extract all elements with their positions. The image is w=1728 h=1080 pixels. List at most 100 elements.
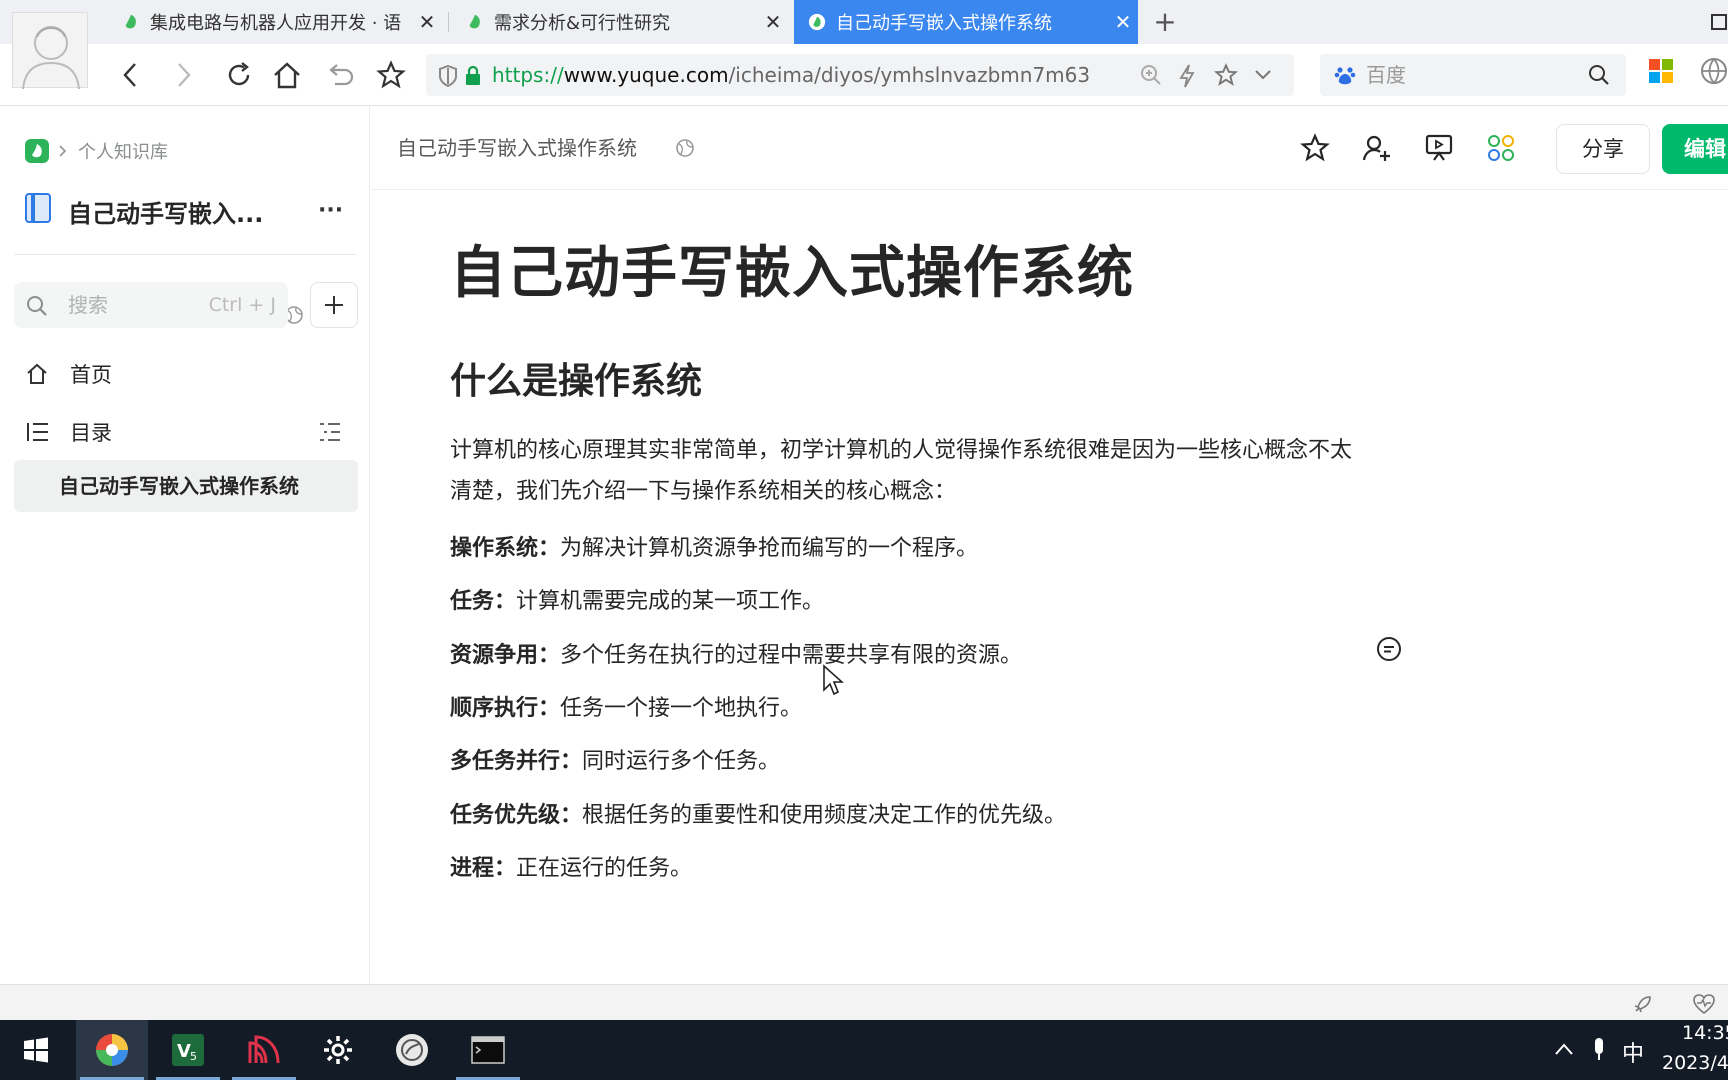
definition-text: 同时运行多个任务。	[582, 749, 781, 774]
definition-term: 操作系统：	[450, 536, 561, 561]
health-heart-icon[interactable]	[1692, 993, 1716, 1015]
definition-item: 任务优先级：根据任务的重要性和使用频度决定工作的优先级。	[450, 797, 1066, 829]
home-icon	[27, 363, 47, 384]
sidebar-search-input[interactable]: 搜索 Ctrl + J	[14, 282, 288, 328]
tab-title: 自己动手写嵌入式操作系统	[836, 13, 1052, 34]
rocket-icon[interactable]	[1632, 993, 1654, 1015]
new-tab-button[interactable]: +	[1150, 6, 1180, 38]
svg-text:5: 5	[190, 1050, 197, 1063]
window-restore-icon[interactable]	[1710, 10, 1728, 32]
home-button[interactable]	[270, 58, 304, 92]
favorite-button[interactable]	[1297, 130, 1333, 166]
tab-3-active[interactable]: 自己动手写嵌入式操作系统 ✕	[794, 0, 1138, 44]
forward-button[interactable]	[166, 58, 200, 92]
definition-text: 根据任务的重要性和使用频度决定工作的优先级。	[582, 803, 1067, 828]
book-icon	[25, 193, 51, 223]
definition-item: 进程：正在运行的任务。	[450, 850, 692, 882]
sidebar-item-toc[interactable]: 目录	[14, 406, 358, 458]
lightning-icon[interactable]	[1178, 64, 1196, 88]
clock-date[interactable]: 2023/4	[1662, 1052, 1728, 1074]
star-icon	[1300, 133, 1330, 162]
definition-text: 多个任务在执行的过程中需要共享有限的资源。	[560, 643, 1023, 668]
section-heading: 什么是操作系统	[450, 361, 703, 402]
definition-term: 任务：	[450, 589, 517, 614]
add-collaborator-button[interactable]	[1359, 130, 1395, 166]
comment-icon[interactable]	[1376, 636, 1402, 662]
home-icon	[274, 62, 300, 89]
tab-2[interactable]: 需求分析&可行性研究 ✕	[452, 0, 788, 44]
definition-term: 多任务并行：	[450, 749, 583, 774]
tab-title: 需求分析&可行性研究	[494, 13, 671, 34]
breadcrumb-knowledge-base[interactable]: 个人知识库	[78, 138, 168, 164]
back-arrow-icon	[123, 63, 136, 87]
zoom-icon[interactable]	[1140, 64, 1162, 86]
taskbar-app-5[interactable]	[376, 1020, 448, 1080]
toc-list-icon[interactable]	[318, 421, 342, 443]
bookmark-button[interactable]	[374, 58, 408, 92]
definition-term: 顺序执行：	[450, 696, 561, 721]
definition-item: 操作系统：为解决计算机资源争抢而编写的一个程序。	[450, 530, 978, 562]
add-button[interactable]	[310, 282, 358, 328]
sidebar-doc-item-active[interactable]: 自己动手写嵌入式操作系统	[14, 460, 358, 512]
close-tab-icon[interactable]: ✕	[1108, 10, 1138, 34]
user-avatar[interactable]	[12, 12, 88, 89]
mouse-cursor-icon	[823, 664, 844, 696]
taskbar-app-3[interactable]	[228, 1020, 300, 1080]
more-options-icon[interactable]: ···	[318, 198, 343, 223]
taskbar-vs[interactable]: V5	[152, 1020, 224, 1080]
apps-button[interactable]	[1483, 130, 1519, 166]
definition-text: 为解决计算机资源争抢而编写的一个程序。	[560, 536, 979, 561]
definition-item: 顺序执行：任务一个接一个地执行。	[450, 690, 802, 722]
search-placeholder: 搜索	[68, 293, 108, 317]
sidebar-item-home[interactable]: 首页	[14, 348, 358, 400]
tab-1[interactable]: 集成电路与机器人应用开发 · 语 ✕	[108, 0, 442, 44]
taskbar-settings[interactable]	[302, 1020, 374, 1080]
share-button[interactable]: 分享	[1556, 124, 1650, 174]
definition-text: 任务一个接一个地执行。	[560, 696, 803, 721]
definition-text: 正在运行的任务。	[516, 856, 693, 881]
search-engine-placeholder: 百度	[1366, 63, 1406, 87]
back-button[interactable]	[114, 58, 148, 92]
undo-close-button[interactable]	[322, 58, 356, 92]
sidebar: 个人知识库 自己动手写嵌入... ··· 搜索 Ctrl + J 首页 目录 自…	[0, 106, 370, 984]
chevron-right-icon	[59, 145, 67, 157]
clock-time[interactable]: 14:35	[1682, 1022, 1728, 1044]
present-button[interactable]	[1421, 130, 1457, 166]
search-icon	[27, 296, 47, 316]
lock-icon	[466, 66, 480, 85]
windows-logo-icon	[24, 1037, 48, 1063]
search-engine-box[interactable]: 百度	[1320, 54, 1626, 96]
yuque-favicon-icon	[125, 14, 136, 29]
taskbar-terminal[interactable]	[452, 1020, 524, 1080]
close-tab-icon[interactable]: ✕	[758, 10, 788, 34]
apps-icon	[1488, 135, 1514, 161]
book-title[interactable]: 自己动手写嵌入...	[68, 194, 263, 229]
reload-button[interactable]	[222, 58, 256, 92]
definition-item: 多任务并行：同时运行多个任务。	[450, 743, 780, 775]
chevron-down-icon[interactable]	[1254, 68, 1272, 82]
ime-indicator[interactable]: 中	[1622, 1036, 1644, 1068]
edit-button[interactable]: 编辑	[1662, 124, 1728, 174]
taskbar-browser[interactable]	[76, 1020, 148, 1080]
tab-title: 集成电路与机器人应用开发 · 语	[150, 13, 402, 34]
favorite-star-icon[interactable]	[1214, 63, 1238, 87]
start-button[interactable]	[0, 1020, 72, 1080]
browser-tab-bar: 集成电路与机器人应用开发 · 语 ✕ 需求分析&可行性研究 ✕ 自己动手写嵌入式…	[0, 0, 1728, 44]
close-tab-icon[interactable]: ✕	[412, 10, 442, 34]
sidebar-item-label: 目录	[70, 421, 112, 445]
search-icon[interactable]	[1588, 64, 1610, 86]
definition-text: 计算机需要完成的某一项工作。	[516, 589, 825, 614]
yuque-logo-icon[interactable]	[24, 138, 50, 164]
definition-item: 任务：计算机需要完成的某一项工作。	[450, 583, 824, 615]
add-user-icon	[1362, 135, 1390, 161]
definition-term: 进程：	[450, 856, 517, 881]
apps-grid-icon[interactable]	[1648, 58, 1674, 84]
yuque-favicon-icon	[808, 13, 826, 31]
microphone-icon[interactable]	[1592, 1036, 1606, 1062]
reload-icon	[228, 62, 250, 86]
extension-globe-icon[interactable]	[1700, 56, 1728, 86]
address-bar[interactable]: https://www.yuque.com/icheima/diyos/ymhs…	[426, 54, 1294, 96]
chevron-up-icon[interactable]	[1554, 1042, 1574, 1056]
star-icon	[376, 60, 406, 89]
definition-term: 资源争用：	[450, 643, 561, 668]
